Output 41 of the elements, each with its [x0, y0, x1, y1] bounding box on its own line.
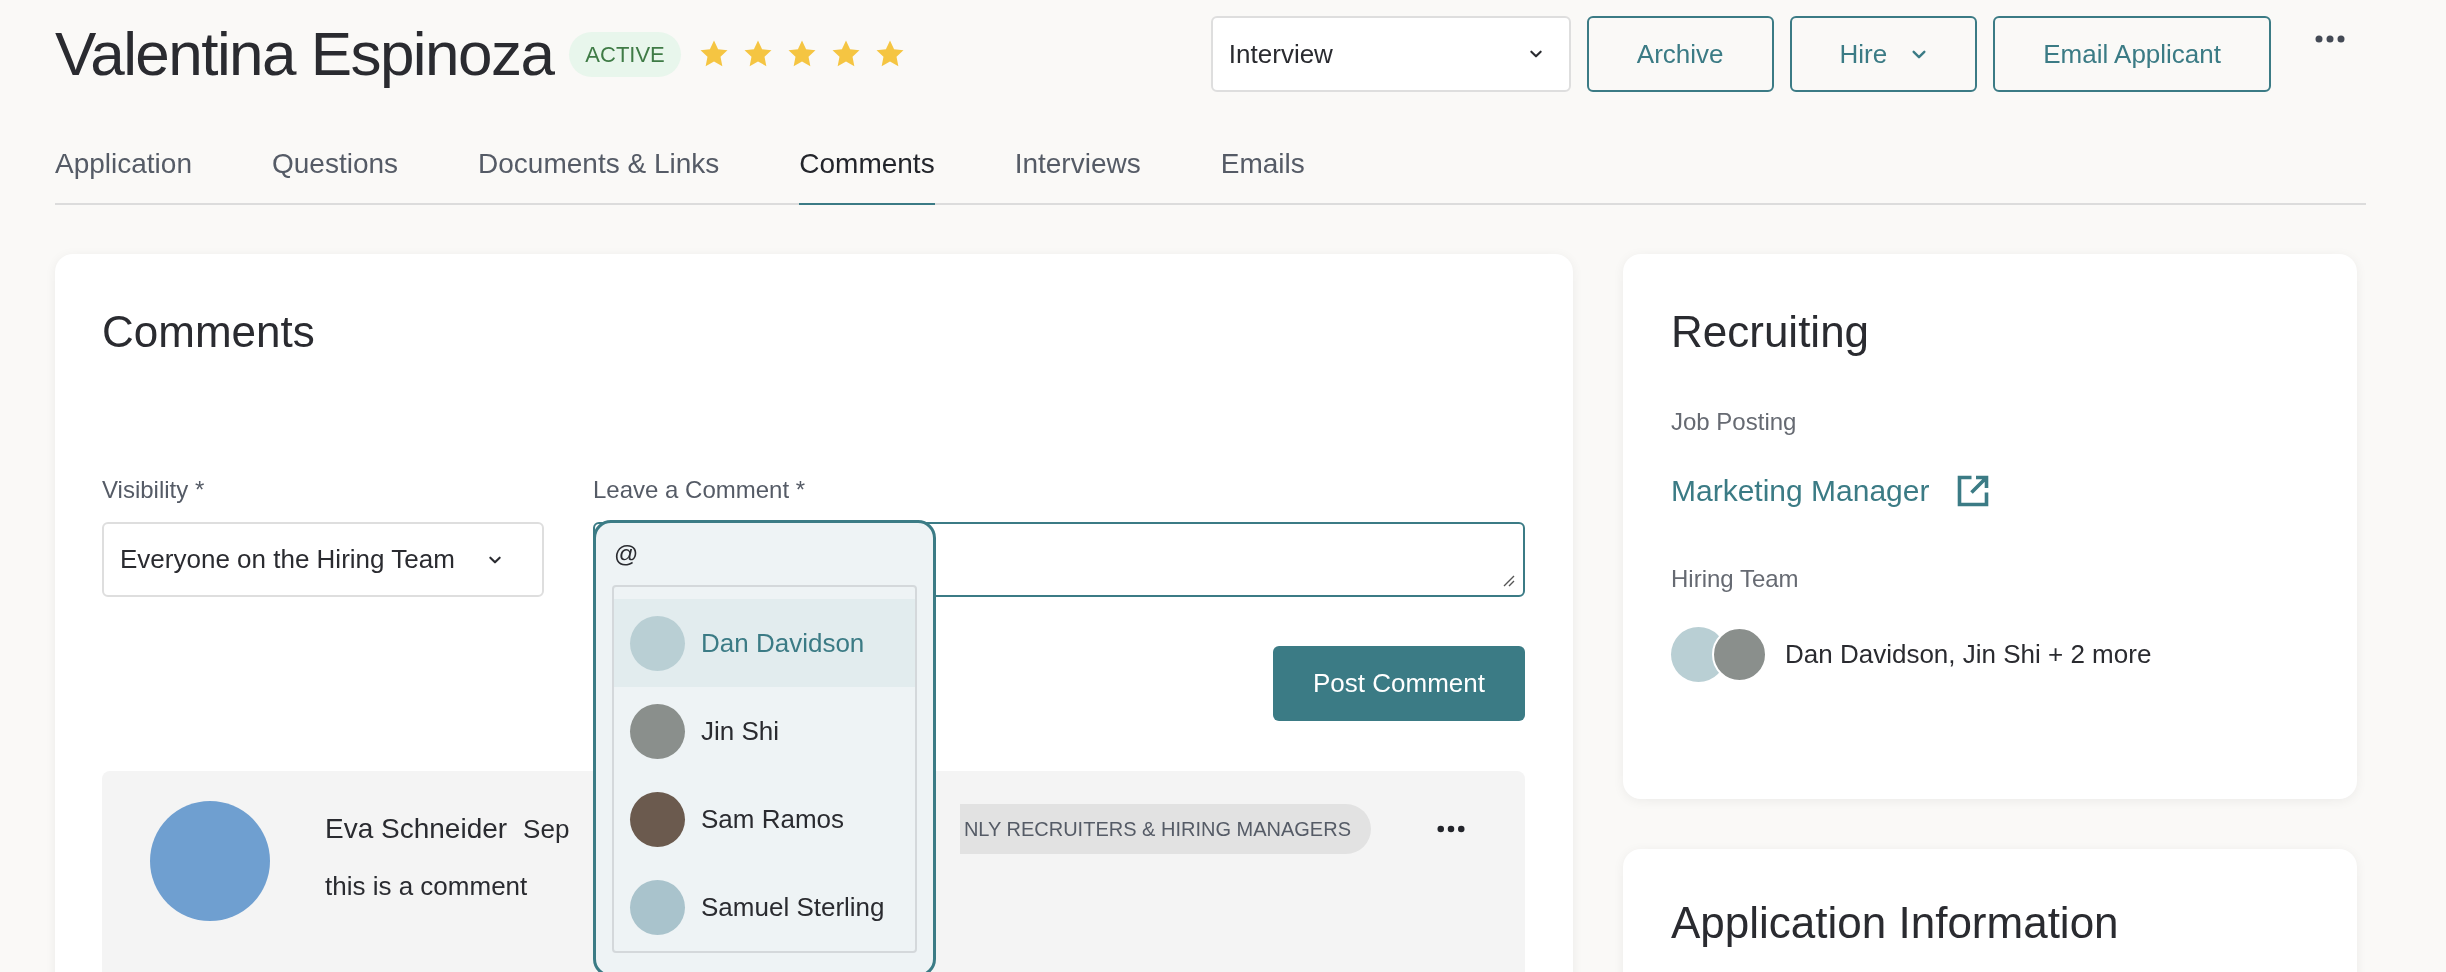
avatar-photo — [630, 703, 685, 759]
tab[interactable]: Documents & Links — [478, 137, 720, 205]
more-options-icon[interactable] — [1437, 825, 1465, 833]
avatar-photo — [630, 879, 685, 935]
comment-input-text: @ — [613, 539, 640, 569]
tab[interactable]: Interviews — [1014, 137, 1141, 205]
tab[interactable]: Questions — [272, 137, 399, 205]
action-button[interactable]: Hire — [1789, 16, 1978, 92]
mention-option[interactable]: Sam Ramos — [614, 775, 915, 863]
mention-option[interactable]: Samuel Sterling — [614, 863, 915, 951]
hiring-team-names: Dan Davidson, Jin Shi + 2 more — [1785, 638, 2152, 671]
comment-date: Sep — [523, 812, 570, 846]
mention-option[interactable]: Jin Shi — [614, 687, 915, 775]
field-label: Hiring Team — [1671, 564, 1800, 594]
visibility-select[interactable]: Everyone on the Hiring Team — [102, 522, 544, 597]
comment-author: Eva Schneider — [325, 812, 508, 846]
card-title: Application Information — [1671, 901, 2120, 945]
status-badge: ACTIVE — [569, 31, 681, 77]
tab[interactable]: Emails — [1220, 137, 1305, 205]
more-options-icon[interactable] — [2315, 34, 2345, 44]
field-label: Leave a Comment * — [593, 475, 807, 505]
stage-select[interactable]: Interview — [1210, 16, 1571, 92]
comment-text: this is a comment — [325, 870, 529, 903]
mention-option[interactable]: Dan Davidson — [614, 599, 915, 687]
tab[interactable]: Application — [55, 137, 192, 205]
action-button[interactable]: Email Applicant — [1993, 16, 2271, 92]
card-title: Recruiting — [1671, 310, 1871, 354]
post-comment-button[interactable]: Post Comment — [1273, 646, 1525, 721]
caret-icon — [1911, 48, 1928, 60]
avatar-photo — [630, 615, 685, 671]
card-title: Comments — [102, 310, 316, 354]
resize-handle-icon — [1501, 573, 1515, 587]
job-posting-link[interactable]: Marketing Manager — [1671, 468, 1930, 513]
tab[interactable]: Comments — [799, 137, 935, 205]
chevron-down-icon — [1528, 49, 1543, 59]
visibility-tag: NLY RECRUITERS & HIRING MANAGERS — [959, 804, 1371, 854]
chevron-down-icon — [488, 554, 502, 565]
action-button[interactable]: Archive — [1586, 16, 1774, 92]
field-label: Job Posting — [1671, 407, 1798, 437]
avatar-photo — [630, 791, 685, 847]
field-label: Visibility * — [102, 475, 206, 505]
